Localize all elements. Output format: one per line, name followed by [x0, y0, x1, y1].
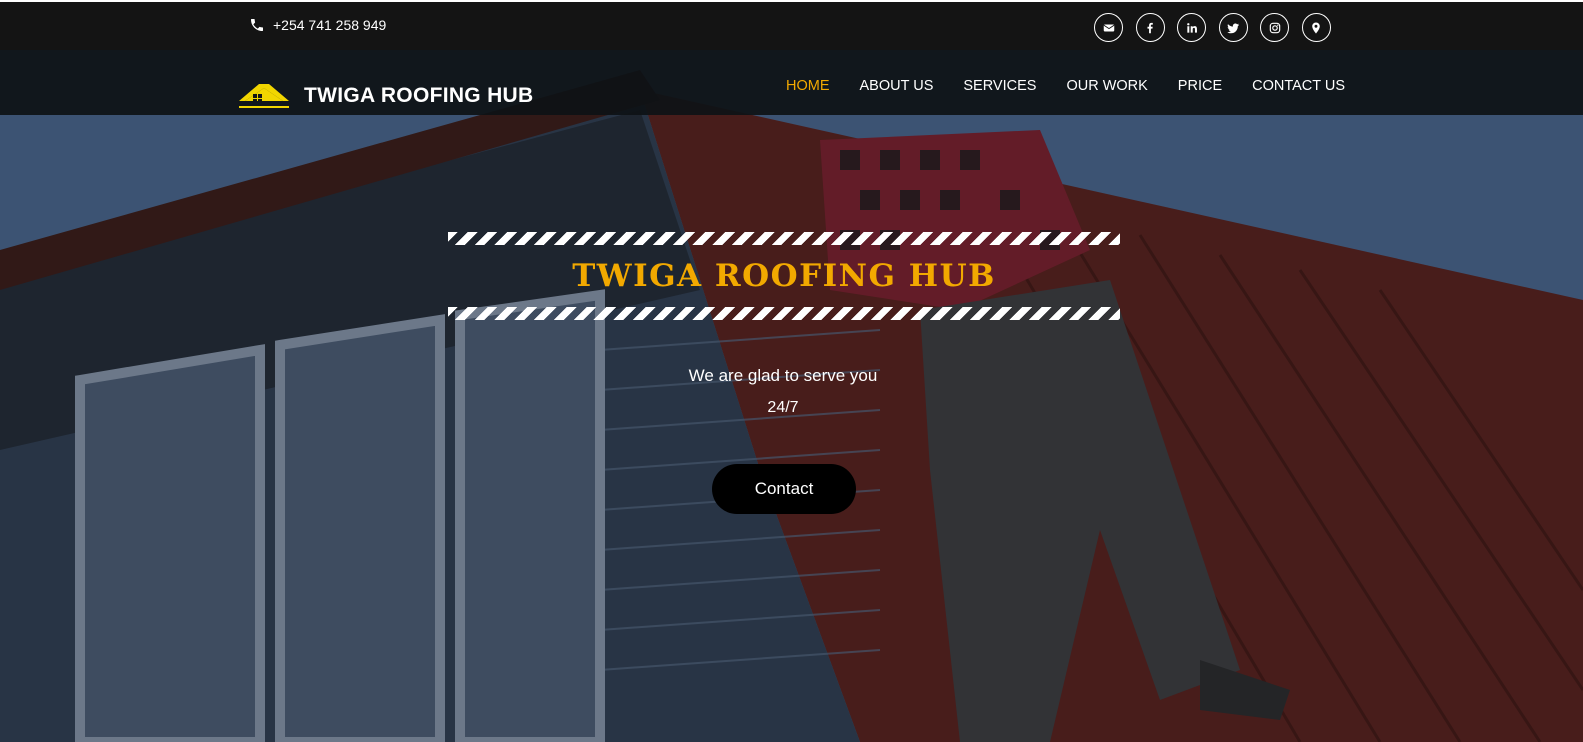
- main-nav: HOME ABOUT US SERVICES OUR WORK PRICE CO…: [786, 78, 1375, 94]
- nav-about-us[interactable]: ABOUT US: [860, 78, 934, 94]
- facebook-icon[interactable]: [1135, 13, 1165, 42]
- nav-services[interactable]: SERVICES: [963, 78, 1036, 94]
- nav-contact-us[interactable]: CONTACT US: [1252, 78, 1345, 94]
- phone-contact[interactable]: +254 741 258 949: [249, 17, 386, 33]
- brand-name: TWIGA ROOFING HUB: [304, 84, 534, 107]
- house-roof-icon: [239, 84, 289, 108]
- instagram-icon[interactable]: [1260, 13, 1289, 42]
- social-links: [1094, 13, 1343, 42]
- hero-tagline: We are glad to serve you: [688, 366, 878, 385]
- phone-icon: [251, 19, 263, 31]
- main-navbar: TWIGA ROOFING HUB HOME ABOUT US SERVICES…: [0, 50, 1583, 115]
- linkedin-icon[interactable]: [1177, 13, 1206, 42]
- map-marker-icon[interactable]: [1301, 13, 1331, 42]
- contact-button[interactable]: Contact: [712, 464, 856, 514]
- phone-number: +254 741 258 949: [273, 17, 387, 33]
- hazard-stripe-top: [448, 232, 1120, 245]
- hazard-stripe-bottom: [448, 307, 1120, 320]
- nav-price[interactable]: PRICE: [1178, 78, 1222, 94]
- hero-background: [0, 50, 1583, 742]
- hero-tagline-hours: 24/7: [767, 399, 799, 416]
- hero-title: TWIGA ROOFING HUB: [572, 258, 996, 294]
- nav-home[interactable]: HOME: [786, 78, 830, 94]
- twitter-icon[interactable]: [1218, 13, 1248, 42]
- brand-logo[interactable]: TWIGA ROOFING HUB: [237, 81, 533, 111]
- nav-our-work[interactable]: OUR WORK: [1066, 78, 1147, 94]
- top-bar: +254 741 258 949: [0, 0, 1583, 50]
- envelope-icon[interactable]: [1094, 13, 1123, 42]
